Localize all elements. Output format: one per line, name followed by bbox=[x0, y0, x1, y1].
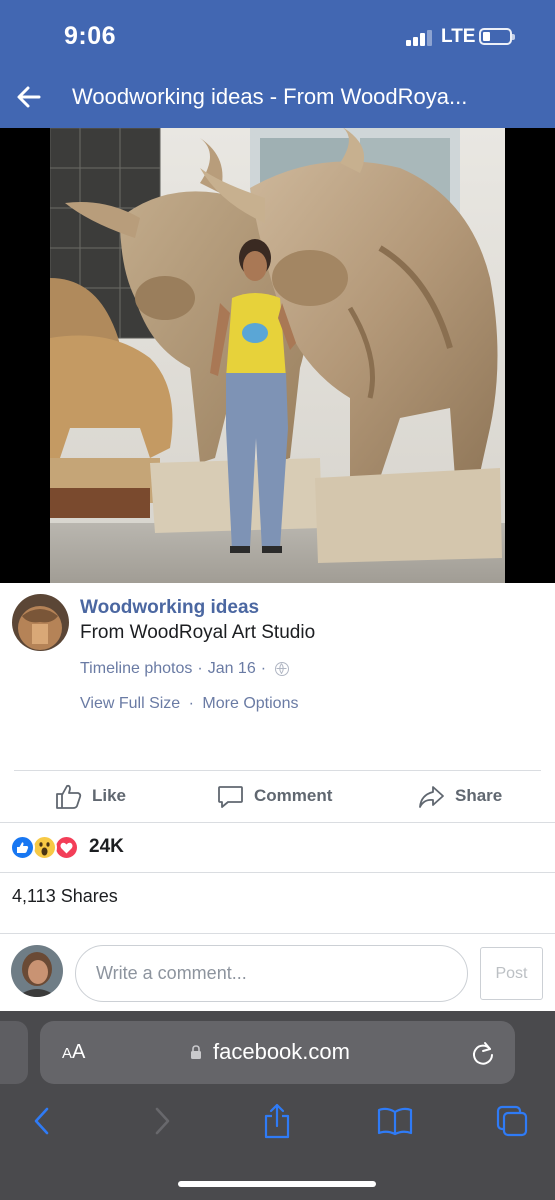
previous-tab-stub[interactable] bbox=[0, 1021, 28, 1084]
thumbs-up-icon bbox=[56, 784, 82, 809]
network-label: LTE bbox=[441, 26, 476, 47]
like-button[interactable]: Like bbox=[55, 780, 126, 812]
page-title: Woodworking ideas - From WoodRoya... bbox=[72, 84, 468, 109]
comment-button[interactable]: Comment bbox=[217, 780, 332, 812]
view-full-size-link[interactable]: View Full Size bbox=[80, 695, 180, 712]
share-label: Share bbox=[455, 786, 503, 805]
divider bbox=[14, 770, 541, 771]
signal-strength-icon bbox=[406, 30, 434, 46]
top-bar: 9:06 LTE Woodworking ideas - From WoodRo… bbox=[0, 0, 555, 128]
more-options-link[interactable]: More Options bbox=[202, 695, 298, 712]
browser-share-button[interactable] bbox=[257, 1101, 297, 1141]
album-link[interactable]: Timeline photos bbox=[80, 660, 192, 678]
reaction-count[interactable]: 24K bbox=[89, 836, 124, 858]
user-avatar bbox=[11, 945, 63, 997]
page-avatar-image bbox=[12, 594, 69, 651]
wooden-bull-sculpture-image bbox=[50, 128, 505, 583]
post-comment-button[interactable]: Post bbox=[480, 947, 543, 1000]
photo-links: View Full Size · More Options bbox=[80, 695, 298, 713]
lock-icon bbox=[191, 1045, 201, 1059]
back-button[interactable] bbox=[12, 80, 46, 114]
tabs-button[interactable] bbox=[492, 1101, 532, 1141]
back-arrow-icon bbox=[17, 86, 41, 108]
address-bar[interactable]: AA facebook.com bbox=[40, 1021, 515, 1084]
comment-icon bbox=[218, 785, 243, 808]
share-sheet-icon bbox=[264, 1103, 290, 1139]
shares-count[interactable]: 4,113 Shares bbox=[12, 886, 118, 907]
browser-forward-button[interactable] bbox=[142, 1101, 182, 1141]
page-avatar[interactable] bbox=[12, 594, 69, 651]
love-reaction-icon bbox=[54, 835, 79, 860]
browser-back-button[interactable] bbox=[22, 1101, 62, 1141]
post-caption: From WoodRoyal Art Studio bbox=[80, 622, 316, 643]
battery-icon bbox=[479, 28, 515, 45]
comment-input[interactable] bbox=[75, 945, 468, 1002]
links-separator: · bbox=[188, 695, 194, 712]
post-date[interactable]: Jan 16 bbox=[208, 660, 256, 678]
globe-icon bbox=[275, 662, 290, 676]
meta-separator: · bbox=[260, 660, 267, 677]
tabs-icon bbox=[496, 1105, 528, 1137]
share-button[interactable]: Share bbox=[418, 780, 502, 812]
comment-label: Comment bbox=[254, 786, 333, 805]
page-name-link[interactable]: Woodworking ideas bbox=[80, 597, 259, 619]
book-icon bbox=[377, 1107, 413, 1136]
share-arrow-icon bbox=[419, 785, 444, 808]
browser-toolbar: AA facebook.com bbox=[0, 1011, 555, 1200]
like-reaction-icon bbox=[10, 835, 35, 860]
photo-viewer[interactable] bbox=[0, 128, 555, 583]
status-time: 9:06 bbox=[64, 22, 117, 50]
divider bbox=[0, 822, 555, 823]
user-avatar-image bbox=[11, 945, 63, 997]
reactions-summary[interactable] bbox=[10, 835, 82, 861]
like-label: Like bbox=[92, 786, 127, 805]
bookmarks-button[interactable] bbox=[375, 1101, 415, 1141]
divider bbox=[0, 933, 555, 934]
post-photo[interactable] bbox=[50, 128, 505, 583]
text-size-button[interactable]: AA bbox=[62, 1041, 85, 1064]
wow-reaction-icon bbox=[32, 835, 57, 860]
reload-icon[interactable] bbox=[470, 1040, 496, 1066]
chevron-right-icon bbox=[155, 1107, 170, 1135]
url-domain: facebook.com bbox=[213, 1039, 350, 1064]
divider bbox=[0, 872, 555, 873]
meta-separator: · bbox=[197, 660, 203, 677]
chevron-left-icon bbox=[34, 1107, 49, 1135]
post-meta: Timeline photos · Jan 16 · bbox=[80, 660, 290, 678]
home-indicator[interactable] bbox=[178, 1181, 376, 1187]
